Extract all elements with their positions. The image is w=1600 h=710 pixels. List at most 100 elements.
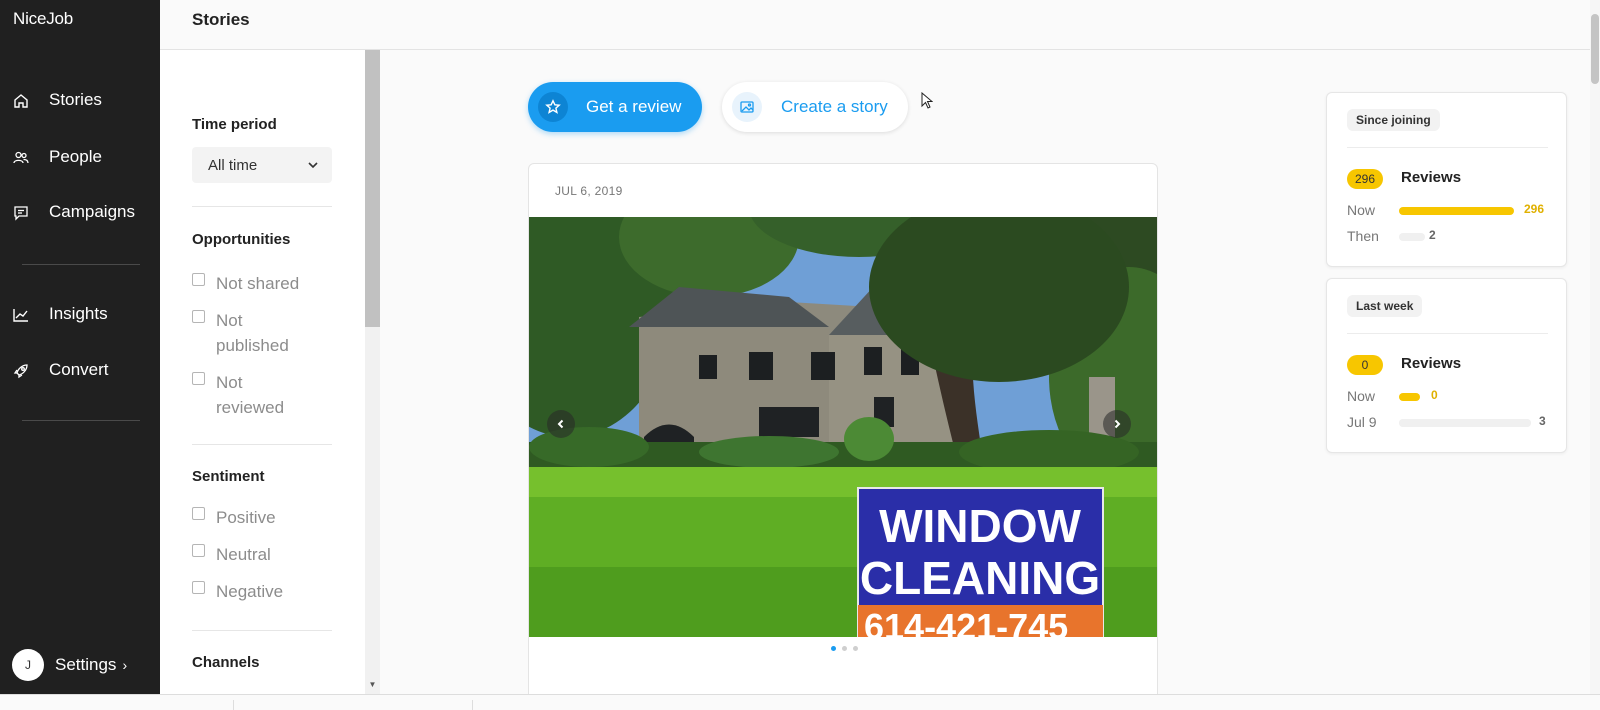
sidebar-item-campaigns[interactable]: Campaigns [0,192,160,232]
story-card[interactable]: JUL 6, 2019 WINDOW CLEANING 614-421-745 [528,163,1158,703]
sidebar-item-label: Campaigns [49,202,135,221]
progress-track [1399,207,1531,215]
row-value: 0 [1431,388,1438,402]
progress-track [1399,393,1531,401]
star-icon [545,99,561,114]
row-label: Now [1347,388,1376,404]
sidebar-item-insights[interactable]: Insights [0,294,160,334]
checkbox[interactable] [192,544,205,557]
page-scrollbar[interactable] [1590,0,1600,694]
create-story-label: Create a story [781,97,888,116]
checkbox-positive[interactable]: Positive [192,505,332,531]
sidebar: NiceJob Stories People Campaigns Insight… [0,0,160,694]
carousel-next-button[interactable] [1103,410,1131,438]
filter-panel: Time period All time Opportunities Not s… [160,50,365,694]
chevron-down-icon [308,162,318,169]
sign-phone: 614-421-745 [864,606,1068,637]
sidebar-item-convert[interactable]: Convert [0,350,160,390]
filter-divider [192,444,332,445]
chat-icon [14,206,28,221]
filter-divider [192,630,332,631]
checkbox-label: Negative [216,582,284,601]
time-period-select[interactable]: All time [192,147,332,183]
bottom-divider [472,700,473,710]
avatar: J [12,649,44,681]
checkbox-not-reviewed[interactable]: Not reviewed [192,370,332,422]
stats-last-week-card: Last week 0 Reviews Now 0 Jul 9 3 [1326,278,1567,453]
row-label: Now [1347,202,1376,218]
sidebar-item-label: Stories [49,90,102,109]
progress-track [1399,233,1531,241]
sidebar-divider [22,420,140,421]
sentiment-heading: Sentiment [192,468,265,485]
progress-fill [1399,207,1514,215]
sign-line-1: WINDOW [879,500,1081,552]
carousel-dot[interactable] [831,646,836,651]
row-value: 296 [1524,202,1545,216]
page-scrollbar-thumb[interactable] [1591,14,1599,84]
get-review-label: Get a review [586,97,682,116]
checkbox-negative[interactable]: Negative [192,579,332,605]
create-story-button[interactable]: Create a story [722,82,908,132]
progress-fill [1399,393,1420,401]
progress-fill [1399,233,1425,241]
story-photo[interactable]: WINDOW CLEANING 614-421-745 [529,217,1157,637]
checkbox-neutral[interactable]: Neutral [192,542,332,568]
stat-divider [1347,147,1548,148]
stat-title: Reviews [1401,169,1462,186]
checkbox[interactable] [192,507,205,520]
opportunities-heading: Opportunities [192,231,291,248]
checkbox-not-published[interactable]: Not published [192,308,332,360]
star-icon-wrap [538,92,568,122]
sidebar-item-label: Insights [49,304,108,323]
bottom-divider [233,700,234,710]
checkbox-label: Not published [216,311,289,355]
sidebar-divider [22,264,140,265]
period-chip: Last week [1347,295,1423,317]
checkbox-label: Not shared [216,274,300,293]
scroll-down-arrow[interactable]: ▼ [365,680,380,692]
checkbox-label: Not reviewed [216,373,285,417]
carousel-dot[interactable] [842,646,847,651]
progress-track [1399,419,1531,427]
checkbox[interactable] [192,273,205,286]
sidebar-item-label: Convert [49,360,109,379]
home-icon [14,94,28,108]
settings-button[interactable]: J Settings › [12,649,152,681]
checkbox-not-shared[interactable]: Not shared [192,271,332,297]
checkbox-label: Neutral [216,545,271,564]
time-period-heading: Time period [192,116,277,133]
sidebar-item-label: People [49,147,102,166]
bottom-strip [0,694,1600,710]
carousel-prev-button[interactable] [547,410,575,438]
get-review-button[interactable]: Get a review [528,82,702,132]
period-chip: Since joining [1347,109,1440,131]
stats-since-joining-card: Since joining 296 Reviews Now 296 Then 2 [1326,92,1567,267]
checkbox[interactable] [192,372,205,385]
filter-divider [192,206,332,207]
row-value: 2 [1429,228,1436,242]
story-date: JUL 6, 2019 [555,184,623,198]
row-label: Then [1347,228,1379,244]
page-title: Stories [192,10,250,29]
stat-title: Reviews [1401,355,1462,372]
sidebar-item-stories[interactable]: Stories [0,80,160,120]
chart-line-icon [13,309,28,322]
mouse-cursor-icon [921,92,933,109]
sign-line-2: CLEANING [860,552,1100,604]
carousel-dot[interactable] [853,646,858,651]
brand-logo[interactable]: NiceJob [13,9,73,29]
sidebar-item-people[interactable]: People [0,137,160,177]
checkbox[interactable] [192,310,205,323]
review-count-badge: 0 [1347,355,1383,375]
checkbox[interactable] [192,581,205,594]
filter-scrollbar-thumb[interactable] [365,50,380,327]
chevron-right-icon [1114,419,1121,429]
page-header: Stories [160,0,1590,50]
progress-fill [1399,419,1531,427]
review-count-badge: 296 [1347,169,1384,189]
channels-heading: Channels [192,654,260,671]
people-icon [13,151,29,164]
rocket-icon [13,364,28,379]
carousel-dots [831,646,858,651]
